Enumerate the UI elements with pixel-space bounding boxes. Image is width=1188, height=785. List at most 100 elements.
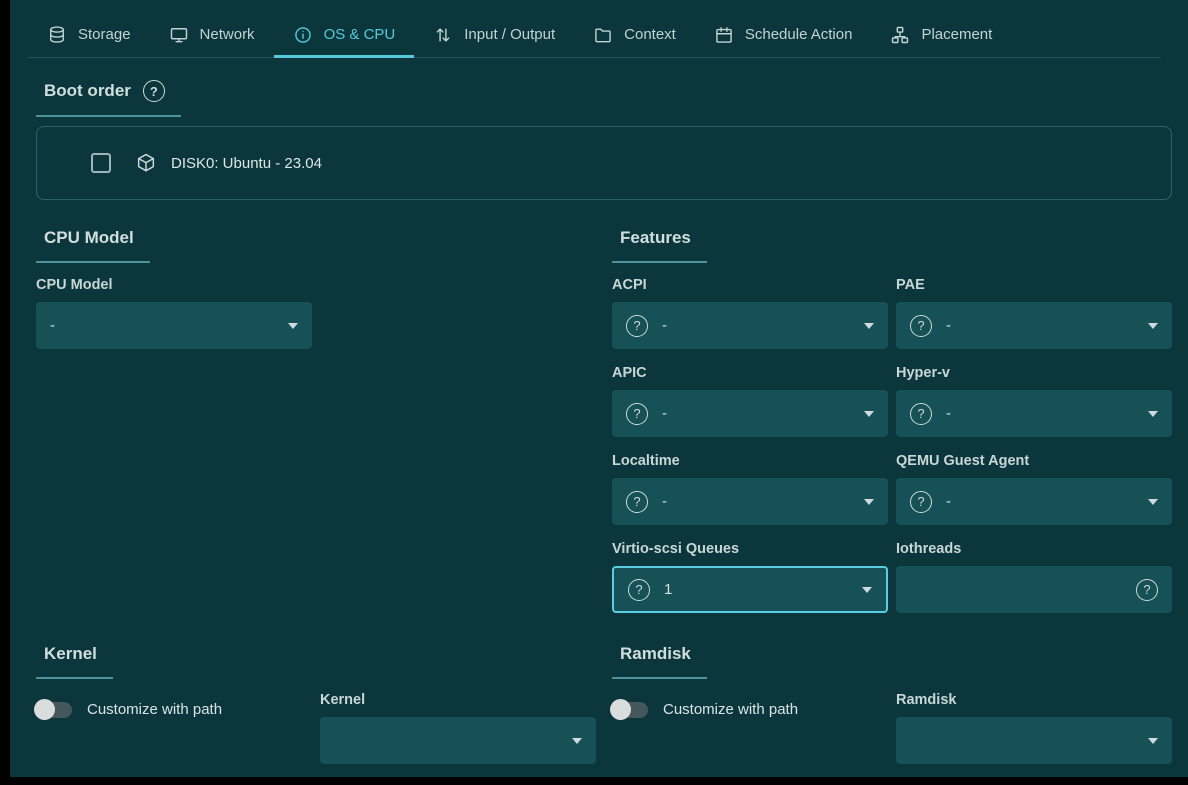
calendar-icon bbox=[714, 25, 734, 45]
select-value: - bbox=[50, 317, 55, 334]
kernel-toggle-row: Customize with path bbox=[36, 701, 222, 718]
kernel-section-title: Kernel bbox=[36, 644, 113, 679]
chevron-down-icon bbox=[1148, 499, 1158, 505]
tab-label: Placement bbox=[921, 26, 992, 43]
tab-schedule-action[interactable]: Schedule Action bbox=[695, 12, 872, 57]
window-edge-bottom bbox=[0, 777, 1188, 785]
ramdisk-section-title: Ramdisk bbox=[612, 644, 707, 679]
iothreads-field: Iothreads ? bbox=[896, 541, 1172, 613]
apic-field: APIC ? - bbox=[612, 365, 888, 437]
help-icon[interactable]: ? bbox=[910, 491, 932, 513]
iothreads-label: Iothreads bbox=[896, 541, 1172, 557]
acpi-select[interactable]: ? - bbox=[612, 302, 888, 349]
ramdisk-path-label: Ramdisk bbox=[896, 692, 1172, 708]
toggle-knob bbox=[34, 699, 55, 720]
cpu-model-field: CPU Model - bbox=[36, 277, 312, 349]
select-value: - bbox=[662, 493, 667, 510]
tab-input-output[interactable]: Input / Output bbox=[414, 12, 574, 57]
tab-placement[interactable]: Placement bbox=[871, 12, 1011, 57]
qemu-guest-agent-select[interactable]: ? - bbox=[896, 478, 1172, 525]
features-grid: ACPI ? - PAE ? - APIC ? - Hyper-v ? - Lo bbox=[612, 277, 1172, 613]
localtime-select[interactable]: ? - bbox=[612, 478, 888, 525]
help-icon[interactable]: ? bbox=[143, 80, 165, 102]
help-icon[interactable]: ? bbox=[628, 579, 650, 601]
tab-label: Schedule Action bbox=[745, 26, 853, 43]
qemu-guest-agent-label: QEMU Guest Agent bbox=[896, 453, 1172, 469]
tab-label: Network bbox=[200, 26, 255, 43]
boot-item-label: DISK0: Ubuntu - 23.04 bbox=[171, 155, 322, 172]
select-value: - bbox=[946, 317, 951, 334]
virtio-scsi-queues-select[interactable]: ? 1 bbox=[612, 566, 888, 613]
ramdisk-customize-toggle[interactable] bbox=[612, 702, 648, 718]
chevron-down-icon bbox=[1148, 738, 1158, 744]
folder-icon bbox=[593, 25, 613, 45]
chevron-down-icon bbox=[1148, 323, 1158, 329]
kernel-customize-toggle[interactable] bbox=[36, 702, 72, 718]
tab-os-cpu[interactable]: OS & CPU bbox=[274, 12, 415, 57]
ramdisk-path-field: Ramdisk bbox=[896, 692, 1172, 764]
tab-storage[interactable]: Storage bbox=[28, 12, 150, 57]
tab-label: Input / Output bbox=[464, 26, 555, 43]
select-value: - bbox=[662, 317, 667, 334]
kernel-path-field: Kernel bbox=[320, 692, 596, 764]
select-value: - bbox=[662, 405, 667, 422]
hyper-v-label: Hyper-v bbox=[896, 365, 1172, 381]
tab-network[interactable]: Network bbox=[150, 12, 274, 57]
kernel-toggle-label: Customize with path bbox=[87, 701, 222, 718]
tab-context[interactable]: Context bbox=[574, 12, 695, 57]
acpi-field: ACPI ? - bbox=[612, 277, 888, 349]
package-icon bbox=[135, 152, 157, 174]
chevron-down-icon bbox=[1148, 411, 1158, 417]
localtime-field: Localtime ? - bbox=[612, 453, 888, 525]
sitemap-icon bbox=[890, 25, 910, 45]
kernel-path-label: Kernel bbox=[320, 692, 596, 708]
select-value: - bbox=[946, 493, 951, 510]
config-tabbar: Storage Network OS & CPU Input / bbox=[28, 12, 1161, 58]
help-icon[interactable]: ? bbox=[626, 315, 648, 337]
tab-label: Storage bbox=[78, 26, 131, 43]
cpu-model-label: CPU Model bbox=[36, 277, 312, 293]
localtime-label: Localtime bbox=[612, 453, 888, 469]
boot-order-title: Boot order ? bbox=[36, 80, 181, 117]
hyper-v-select[interactable]: ? - bbox=[896, 390, 1172, 437]
chevron-down-icon bbox=[572, 738, 582, 744]
ramdisk-path-select[interactable] bbox=[896, 717, 1172, 764]
chevron-down-icon bbox=[864, 323, 874, 329]
qemu-guest-agent-field: QEMU Guest Agent ? - bbox=[896, 453, 1172, 525]
chevron-down-icon bbox=[864, 499, 874, 505]
help-icon[interactable]: ? bbox=[626, 403, 648, 425]
pae-field: PAE ? - bbox=[896, 277, 1172, 349]
chevron-down-icon bbox=[864, 411, 874, 417]
help-icon[interactable]: ? bbox=[910, 403, 932, 425]
features-section-title: Features bbox=[612, 228, 707, 263]
kernel-path-select[interactable] bbox=[320, 717, 596, 764]
acpi-label: ACPI bbox=[612, 277, 888, 293]
cpu-model-select[interactable]: - bbox=[36, 302, 312, 349]
ramdisk-toggle-row: Customize with path bbox=[612, 701, 798, 718]
pae-select[interactable]: ? - bbox=[896, 302, 1172, 349]
help-icon[interactable]: ? bbox=[626, 491, 648, 513]
toggle-knob bbox=[610, 699, 631, 720]
tab-label: Context bbox=[624, 26, 676, 43]
chevron-down-icon bbox=[862, 587, 872, 593]
virtio-scsi-queues-field: Virtio-scsi Queues ? 1 bbox=[612, 541, 888, 613]
apic-select[interactable]: ? - bbox=[612, 390, 888, 437]
iothreads-input[interactable]: ? bbox=[896, 566, 1172, 613]
boot-item-checkbox[interactable] bbox=[91, 153, 111, 173]
virtio-scsi-queues-label: Virtio-scsi Queues bbox=[612, 541, 888, 557]
select-value: 1 bbox=[664, 581, 672, 598]
window-edge-left bbox=[0, 0, 10, 785]
select-value: - bbox=[946, 405, 951, 422]
chevron-down-icon bbox=[288, 323, 298, 329]
help-icon[interactable]: ? bbox=[910, 315, 932, 337]
monitor-icon bbox=[169, 25, 189, 45]
help-icon[interactable]: ? bbox=[1136, 579, 1158, 601]
ramdisk-toggle-label: Customize with path bbox=[663, 701, 798, 718]
apic-label: APIC bbox=[612, 365, 888, 381]
arrows-up-down-icon bbox=[433, 25, 453, 45]
hyper-v-field: Hyper-v ? - bbox=[896, 365, 1172, 437]
pae-label: PAE bbox=[896, 277, 1172, 293]
info-icon bbox=[293, 25, 313, 45]
database-icon bbox=[47, 25, 67, 45]
boot-order-list: DISK0: Ubuntu - 23.04 bbox=[36, 126, 1172, 200]
